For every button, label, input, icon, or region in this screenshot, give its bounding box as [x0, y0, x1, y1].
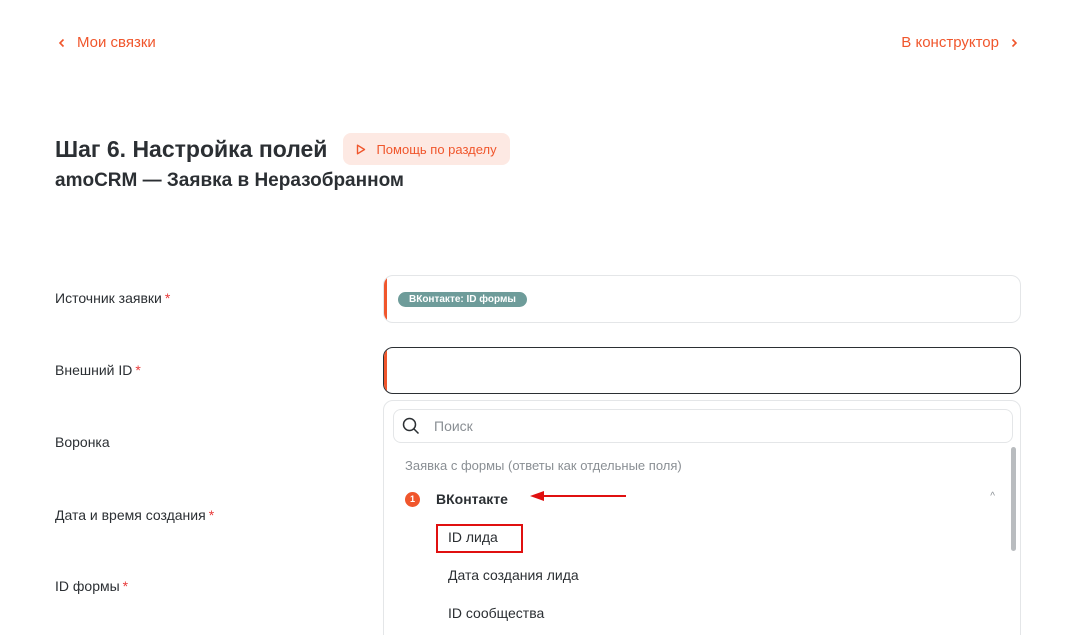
page-subtitle: amoCRM — Заявка в Неразобранном	[55, 170, 404, 191]
page-title: Шаг 6. Настройка полей	[55, 135, 328, 162]
option-community-id[interactable]: ID сообщества	[448, 605, 544, 621]
chevron-right-icon	[1011, 38, 1018, 47]
required-marker: *	[122, 578, 129, 594]
field-dropdown: Поиск Заявка с формы (ответы как отдельн…	[383, 400, 1021, 635]
source-tag[interactable]: ВКонтакте: ID формы	[398, 292, 527, 307]
title-row: Шаг 6. Настройка полей Помощь по разделу	[55, 133, 510, 165]
search-placeholder: Поиск	[434, 418, 473, 434]
field-accent	[384, 348, 387, 393]
field-label-external-id: Внешний ID *	[55, 362, 141, 378]
back-link-label: Мои связки	[77, 34, 156, 51]
group-title: Заявка с формы (ответы как отдельные пол…	[405, 458, 682, 473]
required-marker: *	[135, 362, 141, 378]
chevron-up-icon[interactable]: ^	[990, 491, 995, 502]
search-icon	[402, 417, 420, 435]
field-accent	[384, 276, 387, 322]
search-input[interactable]: Поиск	[393, 409, 1013, 443]
option-lead-id[interactable]: ID лида	[448, 529, 498, 545]
option-lead-created-at[interactable]: Дата создания лида	[448, 567, 579, 583]
required-marker: *	[208, 507, 215, 523]
help-button-label: Помощь по разделу	[376, 141, 497, 157]
constructor-link-label: В конструктор	[901, 34, 999, 51]
external-id-field[interactable]	[383, 347, 1021, 394]
required-marker: *	[164, 290, 171, 306]
source-group-vk[interactable]: 1 ВКонтакте ^	[405, 489, 995, 509]
source-group-name: ВКонтакте	[436, 491, 508, 507]
play-icon	[357, 144, 366, 154]
field-label-source: Источник заявки *	[55, 290, 171, 306]
field-label-form-id: ID формы *	[55, 578, 129, 594]
help-button[interactable]: Помощь по разделу	[343, 133, 510, 165]
source-field[interactable]: ВКонтакте: ID формы	[383, 275, 1021, 323]
step-badge: 1	[405, 491, 420, 507]
constructor-link[interactable]: В конструктор	[901, 34, 1019, 51]
back-link[interactable]: Мои связки	[57, 34, 156, 51]
dropdown-scrollbar[interactable]	[1011, 447, 1016, 551]
chevron-left-icon	[58, 38, 65, 47]
pointer-arrow-icon	[530, 491, 626, 501]
field-label-created-at: Дата и время создания *	[55, 507, 215, 523]
field-label-pipeline: Воронка	[55, 434, 110, 450]
